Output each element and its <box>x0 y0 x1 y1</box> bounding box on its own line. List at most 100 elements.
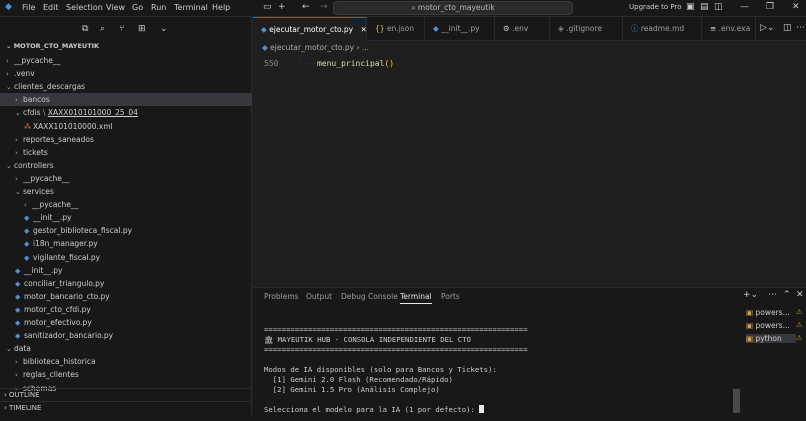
folder-item[interactable]: ⌄ controllers <box>0 159 252 172</box>
terminal-output[interactable]: ========================================… <box>264 325 734 415</box>
toggle-panel-icon[interactable]: ▤ <box>700 2 709 12</box>
folder-item[interactable]: ⌄ services <box>0 185 252 198</box>
menu-view[interactable]: View <box>106 3 125 12</box>
file-item[interactable]: ◆ __init__.py <box>0 211 252 224</box>
chevron-down-icon: ⌄ <box>15 109 21 118</box>
menu-terminal[interactable]: Terminal <box>174 3 208 12</box>
chevron-down-icon: ⌄ <box>6 161 12 170</box>
maximize-icon[interactable]: ❐ <box>766 2 774 12</box>
chevron-down-icon: ⌄ <box>6 42 14 50</box>
file-item[interactable]: ◆ i18n_manager.py <box>0 237 252 250</box>
menu-help[interactable]: Help <box>212 3 230 12</box>
layout-icon[interactable]: ◫ <box>714 2 723 12</box>
tab-init-py[interactable]: ◆ __init__.py <box>425 17 495 41</box>
terminal-instance-python[interactable]: ▣ python <box>746 334 796 343</box>
folder-item[interactable]: ⌄ data <box>0 342 252 355</box>
folder-item[interactable]: › tickets <box>0 146 252 159</box>
close-icon[interactable]: ✕ <box>360 25 366 34</box>
close-window-icon[interactable]: ✕ <box>792 2 800 12</box>
menu-go[interactable]: Go <box>132 3 143 12</box>
code-line[interactable]: 550 ····menu_principal() <box>264 59 394 68</box>
folder-item[interactable]: ⌄ clientes_descargas <box>0 80 252 93</box>
chevron-down-icon[interactable]: ⌄ <box>160 24 168 34</box>
file-item[interactable]: ◆ gestor_biblioteca_fiscal.py <box>0 224 252 237</box>
run-icon[interactable]: ▷⌄ <box>760 23 774 33</box>
terminal-line: Modos de IA disponibles (solo para Banco… <box>264 365 497 374</box>
file-item[interactable]: ⁂ XAXX101010000.xml <box>0 120 252 133</box>
tab-env-example[interactable]: ≡ .env.exa <box>702 17 756 41</box>
tab-label: ejecutar_motor_cto.py <box>269 25 354 34</box>
tab-readme[interactable]: ⓘ readme.md <box>623 17 702 41</box>
tree-item-label: bancos <box>23 95 50 105</box>
tab-problems[interactable]: Problems <box>264 292 299 301</box>
tab-terminal[interactable]: Terminal <box>400 292 432 304</box>
breadcrumb-symbol[interactable]: ... <box>362 43 369 52</box>
tab-ejecutar-motor-cto[interactable]: ◆ ejecutar_motor_cto.py ✕ <box>253 17 367 41</box>
tab-debug-console[interactable]: Debug Console <box>341 292 398 301</box>
file-item[interactable]: ◆ __init__.py <box>0 264 252 277</box>
menu-file[interactable]: File <box>22 3 35 12</box>
more-actions-icon[interactable]: ⋯ <box>768 290 777 300</box>
new-icon[interactable]: + <box>278 2 286 12</box>
back-arrow-icon[interactable]: ← <box>302 2 310 12</box>
tab-env[interactable]: ⚙ .env <box>495 17 550 41</box>
folder-item[interactable]: › reglas_clientes <box>0 368 252 381</box>
menu-run[interactable]: Run <box>151 3 166 12</box>
new-terminal-icon[interactable]: +⌄ <box>743 290 758 300</box>
tree-item-label: motor_bancario_cto.py <box>24 291 110 301</box>
file-item[interactable]: ◆ conciliar_triangulo.py <box>0 277 252 290</box>
terminal-instance-powershell[interactable]: ▣ powers... <box>746 308 790 317</box>
folder-item[interactable]: › __pycache__ <box>0 198 252 211</box>
tab-gitignore[interactable]: ◈ .gitignore <box>550 17 623 41</box>
command-center-search[interactable]: ⌕ motor_cto_mayeutik <box>333 1 573 15</box>
menu-selection[interactable]: Selection <box>66 3 103 12</box>
explorer-root[interactable]: ⌄ MOTOR_CTO_MAYEUTIK <box>0 40 252 53</box>
split-editor-icon[interactable]: ◫ <box>783 23 792 33</box>
tree-item-label: biblioteca_historica <box>23 357 96 367</box>
folder-item[interactable]: › __pycache__ <box>0 54 252 67</box>
outline-label: OUTLINE <box>9 391 40 399</box>
extensions-icon[interactable]: ⊞ <box>138 24 146 34</box>
menu-edit[interactable]: Edit <box>43 3 59 12</box>
tab-label: readme.md <box>640 24 685 33</box>
folder-item[interactable]: › bancos <box>0 93 252 107</box>
file-item[interactable]: ◆ sanitizador_bancario.py <box>0 329 252 342</box>
folder-item[interactable]: › .venv <box>0 67 252 80</box>
folder-item[interactable]: › biblioteca_historica <box>0 355 252 368</box>
gear-icon: ⚙ <box>503 24 513 33</box>
tab-en-json[interactable]: {} en.json <box>367 17 425 41</box>
python-icon: ◆ <box>262 43 271 52</box>
chevron-down-icon: ⌄ <box>15 188 21 196</box>
chevron-right-icon: › <box>15 174 18 183</box>
file-item[interactable]: ◆ motor_efectivo.py <box>0 316 252 329</box>
terminal-instance-powershell[interactable]: ▣ powers... <box>746 321 790 330</box>
timeline-section[interactable]: › TIMELINE <box>0 401 252 414</box>
folder-item[interactable]: › reportes_saneados <box>0 133 252 146</box>
maximize-panel-icon[interactable]: ⌃ <box>783 290 791 300</box>
file-item[interactable]: ◆ motor_bancario_cto.py <box>0 290 252 303</box>
file-item[interactable]: ◆ motor_cto_cfdi.py <box>0 303 252 316</box>
close-panel-icon[interactable]: ✕ <box>796 290 804 300</box>
title-bar: ◆ File Edit Selection View Go Run Termin… <box>0 0 806 17</box>
terminal-line: 🏛 MAYEUTIK HUB - CONSOLA INDEPENDIENTE D… <box>264 335 471 344</box>
folder-item[interactable]: › __pycache__ <box>0 172 252 185</box>
tree-item-compact-path[interactable]: XAXX010101000_25_04 <box>48 108 138 117</box>
tab-output[interactable]: Output <box>306 292 332 301</box>
forward-arrow-icon[interactable]: → <box>320 2 328 12</box>
search-sidebar-icon[interactable]: ⌕ <box>100 24 105 34</box>
chat-icon[interactable]: ▭ <box>263 2 272 12</box>
more-actions-icon[interactable]: ⋯ <box>796 23 805 33</box>
breadcrumb-file[interactable]: ejecutar_motor_cto.py <box>270 43 354 52</box>
tab-ports[interactable]: Ports <box>441 292 460 301</box>
terminal-scrollbar[interactable] <box>733 389 740 413</box>
copy-icon[interactable]: ⧉ <box>82 24 88 34</box>
line-number: 550 <box>264 59 279 68</box>
outline-section[interactable]: › OUTLINE <box>0 388 252 401</box>
minimize-icon[interactable]: — <box>740 2 749 12</box>
toggle-sidebar-icon[interactable]: ▣ <box>686 2 695 12</box>
folder-item[interactable]: ⌄ cfdis \ XAXX010101000_25_04 <box>0 106 252 119</box>
file-item[interactable]: ◆ vigilante_fiscal.py <box>0 251 252 264</box>
upgrade-button[interactable]: Upgrade to Pro <box>629 3 682 11</box>
source-control-icon[interactable]: ⑂ <box>119 24 124 34</box>
tree-item-label: __init__.py <box>33 213 72 223</box>
